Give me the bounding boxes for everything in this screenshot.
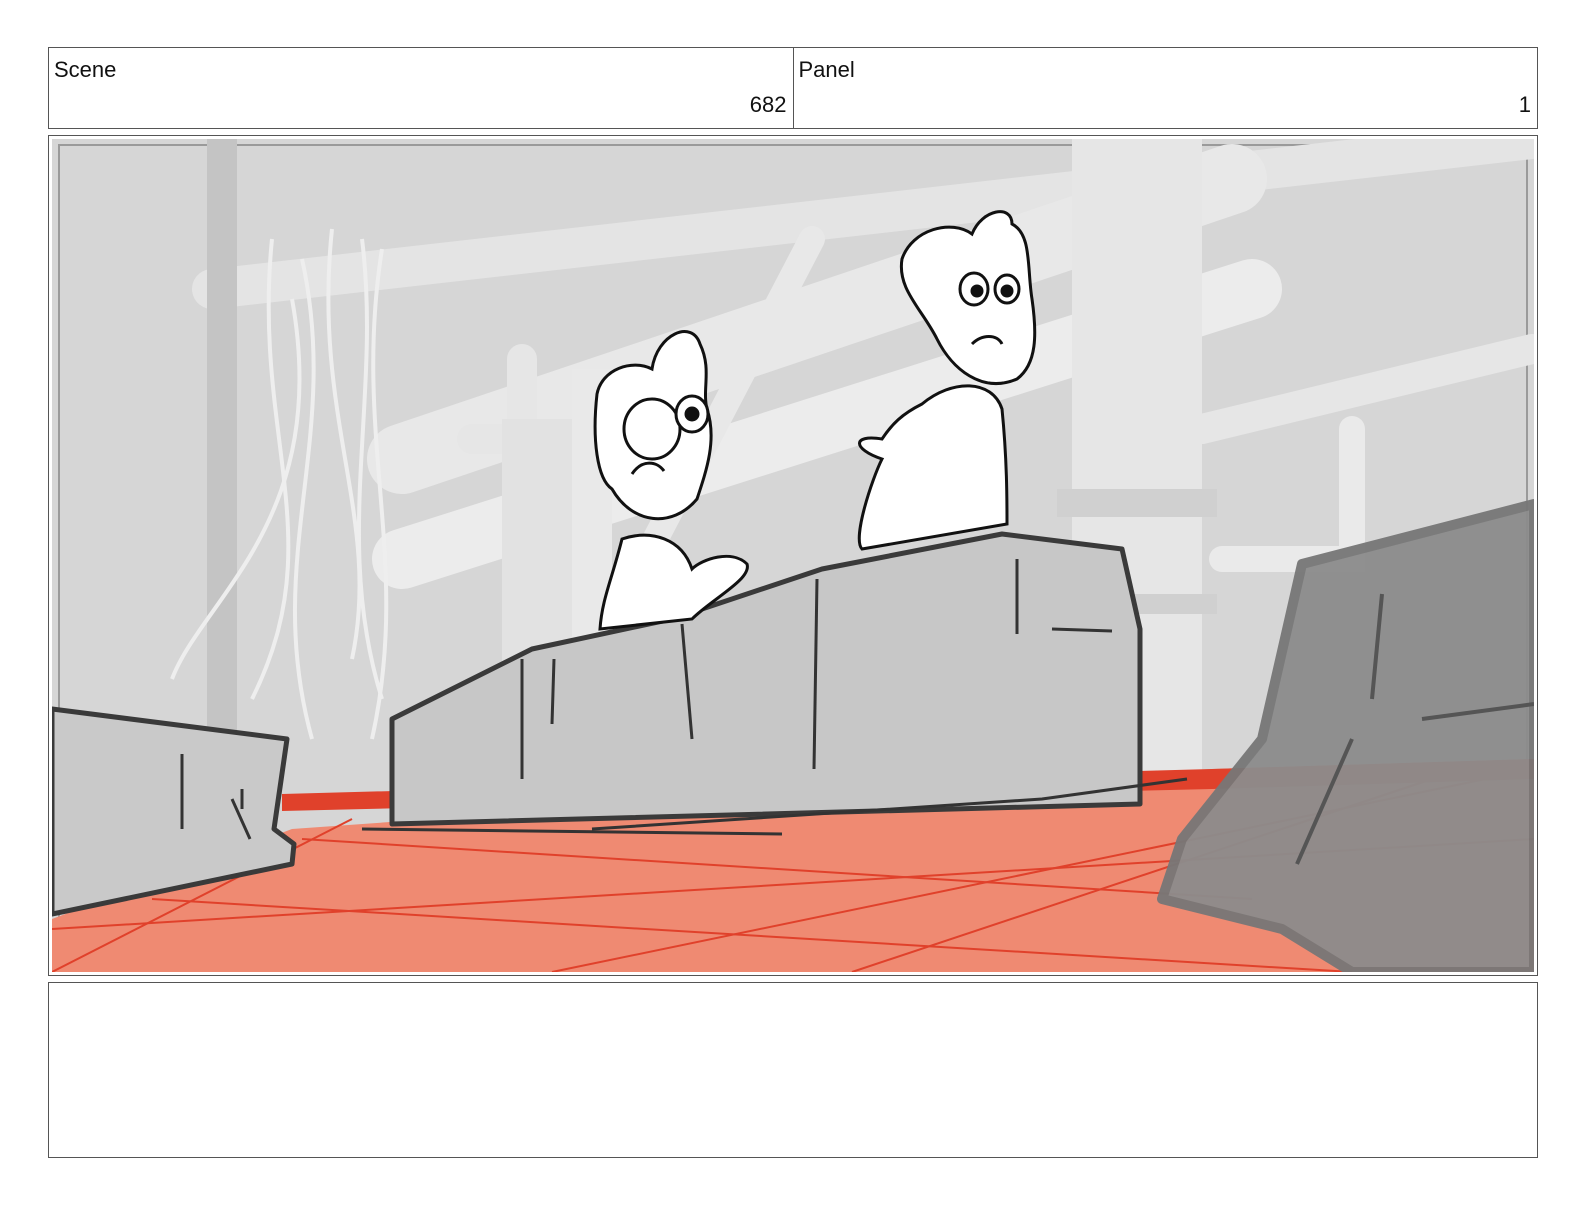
panel-label: Panel <box>798 57 855 82</box>
scene-number: 682 <box>749 92 787 117</box>
notes-box <box>48 982 1538 1158</box>
storyboard-frame <box>48 135 1538 976</box>
panel-cell: Panel 1 <box>792 48 1538 128</box>
cable-ladder <box>207 139 237 739</box>
column-flange-1 <box>1057 489 1217 517</box>
panel-drawing <box>52 139 1534 972</box>
panel-number: 1 <box>1518 92 1531 117</box>
scene-label: Scene <box>54 57 117 82</box>
scene-cell: Scene 682 <box>49 48 793 128</box>
storyboard-header: Scene 682 Panel 1 <box>48 47 1538 129</box>
